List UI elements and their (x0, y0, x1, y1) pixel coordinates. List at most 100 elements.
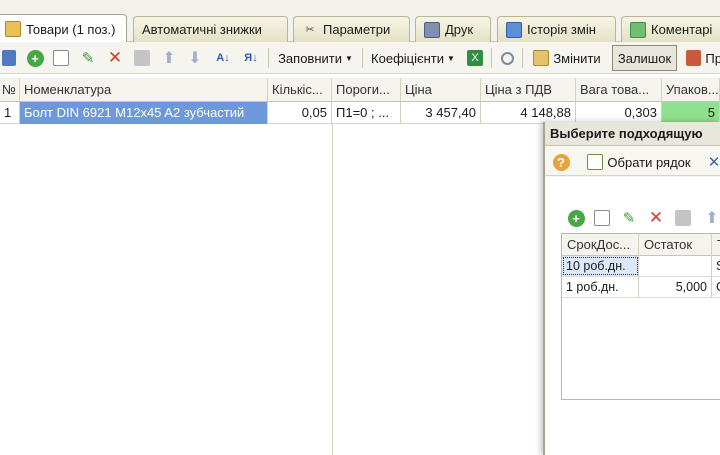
column-price[interactable]: Ціна (401, 78, 481, 102)
tab-strip: Товари (1 поз.) Автоматичні знижки ✂ Пар… (0, 0, 720, 43)
row-delivery-term[interactable]: 10 роб.дн. (562, 256, 639, 276)
popup-move-up-button[interactable]: ⬆ (702, 207, 720, 229)
popup-copy-button[interactable] (591, 207, 613, 229)
tab-history[interactable]: Історія змін (497, 16, 616, 42)
coefficients-dropdown[interactable]: Коефіцієнти ▼ (366, 47, 460, 69)
chevron-down-icon: ▼ (345, 53, 353, 63)
copy-icon (53, 50, 69, 66)
row-thresholds[interactable]: П1=0 ; ... (332, 102, 401, 124)
table-row[interactable]: 1 роб.дн. 5,000 C (562, 277, 720, 298)
disk-icon (675, 210, 691, 226)
close-icon: ✕ (707, 154, 720, 171)
add-button[interactable]: + (24, 47, 46, 69)
popup-delete-button[interactable]: ✕ (645, 207, 667, 229)
toolbar-separator (362, 48, 363, 68)
copy-button[interactable] (50, 47, 72, 69)
popup-edit-button[interactable]: ✎ (618, 207, 640, 229)
tab-goods-label: Товари (1 поз.) (26, 21, 116, 37)
search-icon (500, 51, 514, 65)
sort-desc-button[interactable]: Я↓ (239, 47, 263, 69)
window-icon (2, 50, 16, 66)
delete-icon: ✕ (107, 48, 123, 67)
help-icon: ? (552, 153, 570, 171)
disk-icon (134, 50, 150, 66)
column-number[interactable]: № (0, 78, 20, 102)
column-package[interactable]: Упаков... (662, 78, 720, 102)
column-price-vat[interactable]: Ціна з ПДВ (481, 78, 576, 102)
window-button[interactable] (0, 47, 18, 69)
availability-table-header: СрокДос... Остаток Т (562, 234, 720, 256)
table-icon (5, 21, 21, 37)
popup-subtoolbar: + ✎ ✕ ⬆ (545, 202, 720, 230)
fill-label: Заповнити (278, 50, 342, 66)
delete-button[interactable]: ✕ (104, 47, 126, 69)
fill-dropdown[interactable]: Заповнити ▼ (272, 47, 359, 69)
save-button[interactable] (131, 47, 153, 69)
column-stock[interactable]: Остаток (639, 234, 712, 256)
chevron-down-icon: ▼ (447, 53, 455, 63)
sort-asc-button[interactable]: A↓ (211, 47, 235, 69)
balance-label: Залишок (617, 50, 672, 66)
select-row-button[interactable]: Обрати рядок (580, 151, 698, 173)
printer-icon (424, 21, 440, 38)
row-price[interactable]: 3 457,40 (401, 102, 481, 124)
search-button[interactable] (496, 47, 518, 69)
column-quantity[interactable]: Кількіс... (268, 78, 332, 102)
row-price-vat[interactable]: 4 148,88 (481, 102, 576, 124)
goods-table-header: № Номенклатура Кількіс... Пороги... Ціна… (0, 78, 720, 102)
pencil-icon: ✎ (81, 50, 95, 67)
popup-toolbar: ? Обрати рядок ✕ (545, 146, 720, 176)
move-down-button[interactable]: ⬇ (184, 47, 206, 69)
row-nomenclature[interactable]: Болт DIN 6921 M12x45 A2 зубчастий (20, 102, 268, 124)
row-stock[interactable] (639, 256, 712, 276)
arrow-down-icon: ⬇ (188, 50, 202, 67)
row-weight[interactable]: 0,303 (576, 102, 662, 124)
tab-parameters-label: Параметри (323, 22, 391, 37)
row-t[interactable]: C (712, 277, 720, 297)
help-button[interactable]: ? (550, 151, 572, 173)
extra-button[interactable]: Пр (684, 47, 720, 69)
tab-parameters[interactable]: ✂ Параметри (293, 16, 410, 42)
column-delivery-term[interactable]: СрокДос... (562, 234, 639, 256)
row-quantity[interactable]: 0,05 (268, 102, 332, 124)
toolbar: + ✎ ✕ ⬆ ⬇ A↓ Я↓ Заповнити ▼ Коефіцієнти ▼ … (0, 42, 720, 74)
select-row-icon (587, 154, 604, 170)
toolbar-separator (522, 48, 523, 68)
change-button[interactable]: Змінити (527, 47, 607, 69)
column-weight[interactable]: Вага това... (576, 78, 662, 102)
row-t[interactable]: S (712, 256, 720, 276)
history-icon (506, 21, 522, 38)
excel-button[interactable]: X (463, 47, 487, 69)
table-row[interactable]: 10 роб.дн. S (562, 256, 720, 277)
select-row-popup: Выберите подходящую ? Обрати рядок ✕ + ✎… (543, 122, 720, 455)
tab-comments[interactable]: Коментарі (621, 16, 720, 42)
popup-title: Выберите подходящую (545, 122, 720, 146)
availability-table: СрокДос... Остаток Т 10 роб.дн. S 1 роб.… (561, 233, 720, 400)
extra-label: Пр (705, 50, 720, 66)
sort-asc-icon: A↓ (216, 52, 230, 64)
row-package[interactable]: 5 (662, 102, 720, 124)
table-row[interactable]: 1 Болт DIN 6921 M12x45 A2 зубчастий 0,05… (0, 102, 720, 124)
pencil-icon: ✎ (622, 210, 636, 227)
tab-print[interactable]: Друк (415, 16, 491, 42)
tab-auto-discounts[interactable]: Автоматичні знижки (133, 16, 288, 42)
balance-button[interactable]: Залишок (612, 45, 677, 71)
popup-close-button[interactable]: ✕ (706, 151, 720, 173)
column-t[interactable]: Т (712, 234, 720, 256)
toolbar-separator (268, 48, 269, 68)
coefficients-label: Коефіцієнти (371, 50, 445, 66)
column-thresholds[interactable]: Пороги... (332, 78, 401, 102)
tab-goods[interactable]: Товари (1 поз.) (0, 14, 127, 43)
row-stock[interactable]: 5,000 (639, 277, 712, 297)
edit-button[interactable]: ✎ (77, 47, 99, 69)
popup-add-button[interactable]: + (565, 207, 587, 229)
row-number: 1 (0, 102, 20, 124)
toolbar-separator (491, 48, 492, 68)
comment-icon (630, 21, 646, 38)
column-nomenclature[interactable]: Номенклатура (20, 78, 268, 102)
row-delivery-term[interactable]: 1 роб.дн. (562, 277, 639, 297)
move-up-button[interactable]: ⬆ (158, 47, 180, 69)
popup-save-button[interactable] (672, 207, 694, 229)
tools-icon: ✂ (305, 23, 315, 36)
excel-icon: X (467, 50, 483, 66)
